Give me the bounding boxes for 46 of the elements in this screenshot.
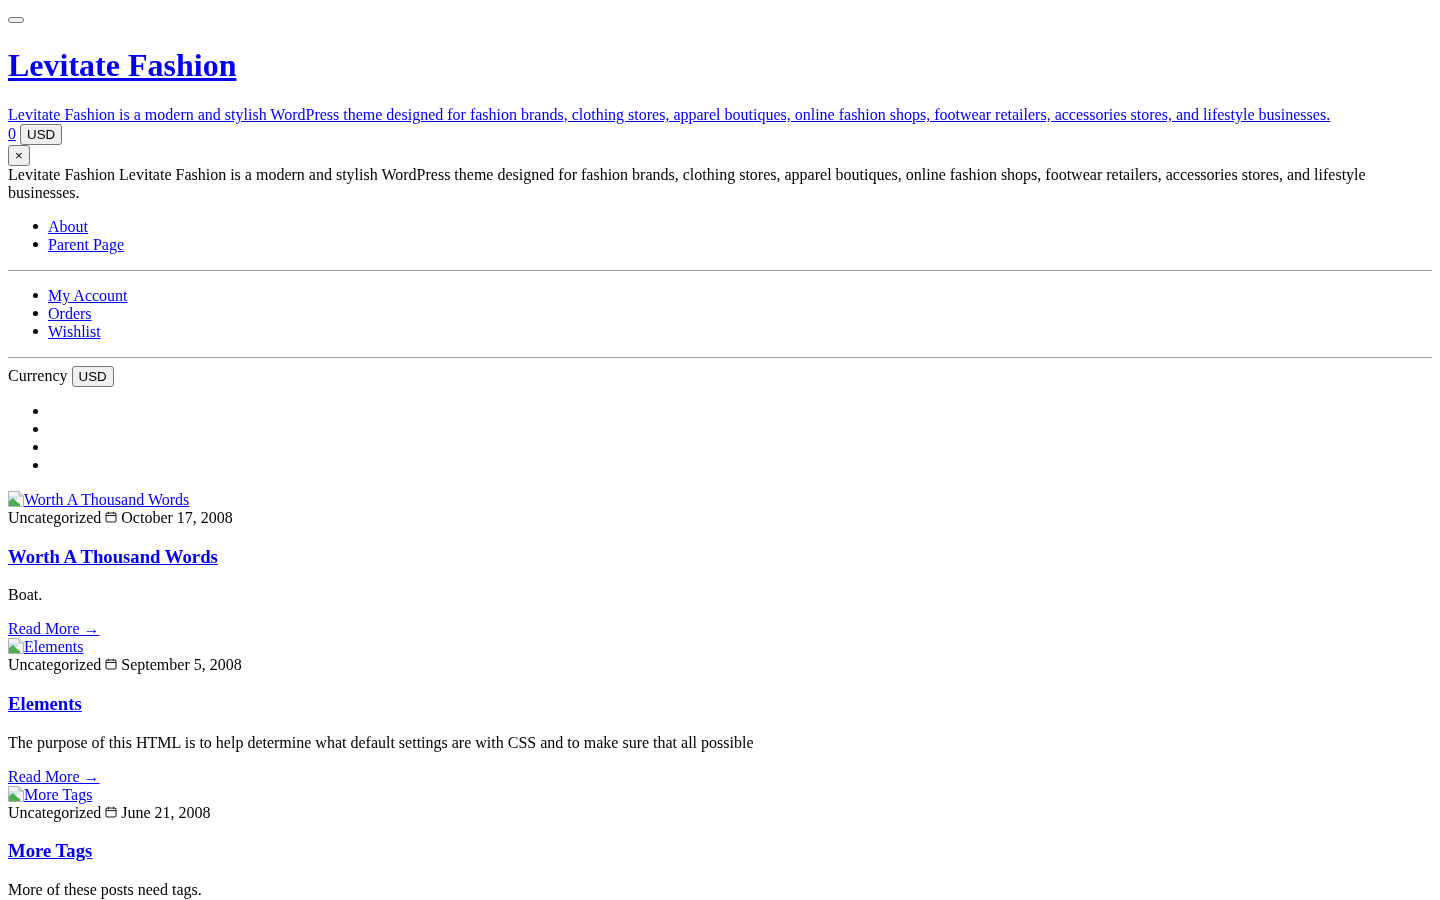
post-category: Uncategorized <box>8 803 102 821</box>
post-excerpt: Boat. <box>8 586 44 605</box>
bullet-icon <box>33 311 38 317</box>
bullet-icon <box>33 242 38 248</box>
close-button[interactable]: × <box>8 144 30 166</box>
menu-link[interactable]: My Account <box>48 286 128 305</box>
menu-link[interactable]: Wishlist <box>48 322 101 341</box>
bullet-icon <box>33 427 38 433</box>
menu-link[interactable]: About <box>48 217 88 236</box>
post-excerpt: The purpose of this HTML is to help determine what default settings are with CSS and to make sure that all possible <box>8 733 755 752</box>
currency-label: Currency <box>8 366 68 384</box>
bullet-icon <box>33 224 38 230</box>
menu-link[interactable]: Orders <box>48 304 92 323</box>
bullet-icon <box>33 293 38 299</box>
post-image-link[interactable]: Elements <box>8 638 84 656</box>
post-date: June 21, 2008 <box>121 803 211 821</box>
bullet-icon <box>33 409 38 415</box>
tagline-link[interactable]: Levitate Fashion is a modern and stylish WordPress theme designed for fashion brands, clothing stores, apparel boutiques, online fashion shops, footwear retailers, accessories stores, and lifestyle businesses. <box>8 105 1331 123</box>
broken-image-icon <box>8 490 24 507</box>
post-category: Uncategorized <box>8 508 102 526</box>
read-more-link[interactable]: Read More → <box>8 620 100 638</box>
read-more-link[interactable]: Read More → <box>8 767 100 785</box>
currency-button[interactable]: USD <box>71 365 114 387</box>
post-image-link[interactable]: Worth A Thousand Words <box>8 490 190 508</box>
menu-toggle-button[interactable] <box>8 17 24 23</box>
currency-button[interactable]: USD <box>20 123 63 145</box>
bullet-icon <box>33 329 38 335</box>
post-category: Uncategorized <box>8 656 102 674</box>
calendar-icon <box>105 658 118 671</box>
site-title-link[interactable]: Levitate Fashion <box>8 47 237 84</box>
post-date: October 17, 2008 <box>121 508 233 526</box>
broken-image-icon <box>8 638 24 655</box>
calendar-icon <box>105 805 118 818</box>
post-date: September 5, 2008 <box>121 656 242 674</box>
post-title-link[interactable]: Worth A Thousand Words <box>8 545 218 567</box>
bullet-icon <box>33 463 38 469</box>
panel-description: Levitate Fashion Levitate Fashion is a modern and stylish WordPress theme designed for fashion brands, clothing stores, apparel boutiques, online fashion shops, footwear retailers, accessories stores, and lifestyle businesses. <box>8 165 1367 202</box>
cart-count-link[interactable]: 0 <box>8 124 16 142</box>
menu-link[interactable]: Parent Page <box>48 235 124 254</box>
post-title-link[interactable]: More Tags <box>8 840 93 862</box>
broken-image-icon <box>8 785 24 802</box>
bullet-icon <box>33 445 38 451</box>
post-image-link[interactable]: More Tags <box>8 785 93 803</box>
post-excerpt: More of these posts need tags. <box>8 881 203 900</box>
calendar-icon <box>105 510 118 523</box>
post-title-link[interactable]: Elements <box>8 693 82 715</box>
